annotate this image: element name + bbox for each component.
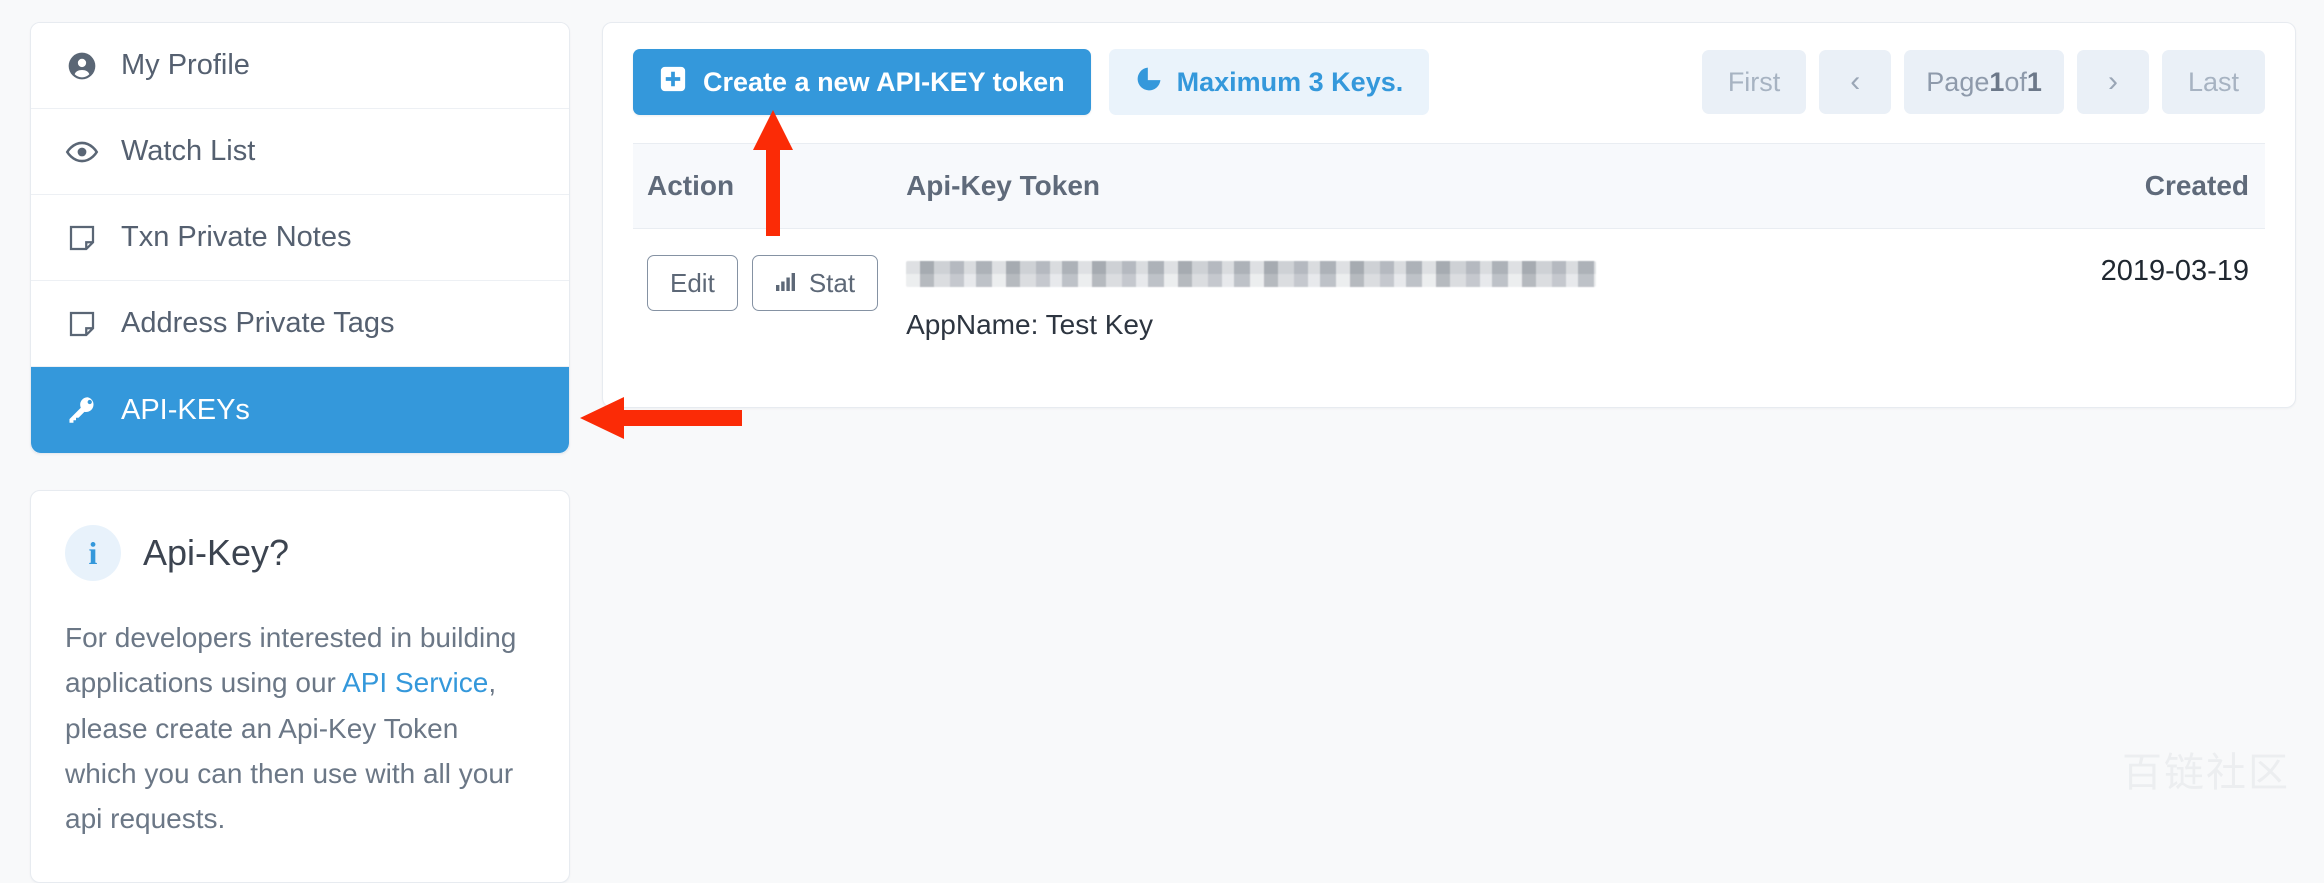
table-row: Edit Stat AppName: Test Key 2019-03-19 bbox=[633, 228, 2265, 371]
pagination-prev-button[interactable]: ‹ bbox=[1819, 50, 1892, 114]
table-header-row: Action Api-Key Token Created bbox=[633, 143, 2265, 229]
page-root: My Profile Watch List Txn Private Notes … bbox=[0, 0, 2324, 883]
api-key-info-card: i Api-Key? For developers interested in … bbox=[30, 490, 570, 883]
pagination-first-button[interactable]: First bbox=[1701, 50, 1807, 114]
info-card-header: i Api-Key? bbox=[65, 525, 535, 581]
row-actions-cell: Edit Stat bbox=[633, 228, 893, 371]
user-circle-icon bbox=[65, 49, 99, 83]
sidebar-item-label: API-KEYs bbox=[121, 393, 250, 426]
sidebar-item-label: Watch List bbox=[121, 135, 256, 167]
plus-square-icon bbox=[659, 65, 687, 100]
table-body: Edit Stat AppName: Test Key 2019-03-19 bbox=[633, 228, 2265, 371]
create-api-key-label: Create a new API-KEY token bbox=[703, 66, 1065, 97]
app-name-label: AppName: Test Key bbox=[906, 309, 1154, 340]
pagination-next-button[interactable]: › bbox=[2076, 50, 2149, 114]
note-icon bbox=[65, 307, 99, 341]
maximum-keys-button[interactable]: Maximum 3 Keys. bbox=[1108, 49, 1430, 115]
pagination-page-prefix: Page bbox=[1926, 66, 1990, 97]
site-watermark: 百链社区 bbox=[2122, 750, 2290, 796]
info-card-title: Api-Key? bbox=[143, 532, 290, 573]
pagination: First ‹ Page 1 of 1 › Last bbox=[1701, 50, 2265, 114]
account-sidebar: My Profile Watch List Txn Private Notes … bbox=[30, 22, 570, 883]
api-keys-panel: Create a new API-KEY token Maximum 3 Key… bbox=[602, 22, 2296, 408]
pagination-total-pages: 1 bbox=[2026, 66, 2042, 97]
eye-icon bbox=[65, 135, 99, 169]
stat-button[interactable]: Stat bbox=[751, 255, 879, 311]
pagination-current-page: 1 bbox=[1989, 66, 2005, 97]
api-keys-table: Action Api-Key Token Created Edit Stat A… bbox=[633, 143, 2265, 371]
sidebar-item-address-private-tags[interactable]: Address Private Tags bbox=[31, 281, 569, 367]
info-icon: i bbox=[65, 525, 121, 581]
api-service-link[interactable]: API Service bbox=[342, 667, 488, 698]
info-card-body: For developers interested in building ap… bbox=[65, 615, 535, 842]
row-token-cell: AppName: Test Key bbox=[892, 228, 1992, 371]
sidebar-item-txn-private-notes[interactable]: Txn Private Notes bbox=[31, 195, 569, 281]
bar-chart-icon bbox=[775, 268, 799, 299]
sidebar-item-api-keys[interactable]: API-KEYs bbox=[31, 367, 569, 453]
pie-chart-icon bbox=[1135, 65, 1163, 100]
stat-button-label: Stat bbox=[808, 267, 856, 298]
column-header-created: Created bbox=[1991, 143, 2265, 229]
pagination-page-middle: of bbox=[2004, 66, 2027, 97]
api-key-token-masked[interactable] bbox=[906, 261, 1597, 287]
sidebar-nav: My Profile Watch List Txn Private Notes … bbox=[30, 22, 570, 454]
sidebar-item-my-profile[interactable]: My Profile bbox=[31, 23, 569, 109]
api-keys-toolbar: Create a new API-KEY token Maximum 3 Key… bbox=[633, 49, 2265, 115]
maximum-keys-label: Maximum 3 Keys. bbox=[1176, 66, 1404, 97]
sidebar-item-watch-list[interactable]: Watch List bbox=[31, 109, 569, 195]
chevron-right-icon: › bbox=[2107, 65, 2118, 98]
note-icon bbox=[65, 221, 99, 255]
pagination-page-indicator: Page 1 of 1 bbox=[1904, 50, 2064, 114]
edit-button[interactable]: Edit bbox=[647, 255, 738, 311]
column-header-action: Action bbox=[633, 143, 893, 229]
row-created-cell: 2019-03-19 bbox=[1991, 228, 2265, 371]
column-header-api-key-token: Api-Key Token bbox=[892, 143, 1992, 229]
key-icon bbox=[65, 393, 99, 427]
sidebar-item-label: Address Private Tags bbox=[121, 307, 395, 339]
api-keys-main: Create a new API-KEY token Maximum 3 Key… bbox=[602, 22, 2296, 816]
sidebar-item-label: My Profile bbox=[121, 49, 250, 81]
row-action-buttons: Edit Stat bbox=[647, 255, 879, 311]
create-api-key-button[interactable]: Create a new API-KEY token bbox=[633, 49, 1091, 115]
sidebar-item-label: Txn Private Notes bbox=[121, 221, 352, 253]
pagination-last-button[interactable]: Last bbox=[2161, 50, 2265, 114]
table-header: Action Api-Key Token Created bbox=[633, 143, 2265, 229]
chevron-left-icon: ‹ bbox=[1850, 65, 1861, 98]
